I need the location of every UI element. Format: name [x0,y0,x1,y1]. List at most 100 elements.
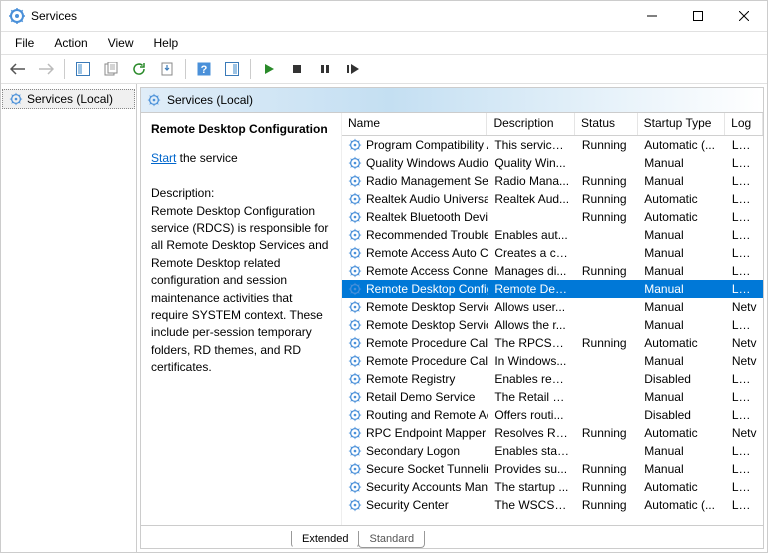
service-description: Quality Win... [488,156,576,170]
forward-button[interactable] [33,56,59,82]
pause-service-button[interactable] [312,56,338,82]
service-description: Resolves RP... [488,426,576,440]
service-startup: Manual [638,444,726,458]
gear-icon [348,228,362,242]
menu-file[interactable]: File [5,34,44,52]
service-row[interactable]: Security CenterThe WSCSV...RunningAutoma… [342,496,763,514]
service-row[interactable]: Secondary LogonEnables star...ManualLoca [342,442,763,460]
service-name: Remote Access Connection... [366,264,488,278]
gear-icon [348,372,362,386]
help-button[interactable]: ? [191,56,217,82]
col-name[interactable]: Name [342,113,487,135]
service-startup: Automatic [638,480,726,494]
minimize-button[interactable] [629,1,675,31]
export-button[interactable] [154,56,180,82]
service-name-cell: Secure Socket Tunneling Pr... [342,462,488,476]
restart-service-button[interactable] [340,56,366,82]
service-description: This service ... [488,138,576,152]
service-row[interactable]: Remote Desktop Configurat...Remote Des..… [342,280,763,298]
navigation-pane: Services (Local) [1,84,137,552]
service-row[interactable]: Remote Procedure Call (RP...In Windows..… [342,352,763,370]
service-logon: Netv [726,336,763,350]
content-header: Services (Local) [141,88,763,113]
service-row[interactable]: Remote Procedure Call (RPC)The RPCSS s..… [342,334,763,352]
show-hide-tree-button[interactable] [70,56,96,82]
service-startup: Disabled [638,408,726,422]
tab-standard[interactable]: Standard [358,531,425,548]
service-row[interactable]: Remote Desktop Services U...Allows the r… [342,316,763,334]
service-name-cell: Routing and Remote Access [342,408,488,422]
service-name: Security Accounts Manager [366,480,488,494]
service-name-cell: Remote Procedure Call (RP... [342,354,488,368]
content-body: Remote Desktop Configuration Start the s… [141,113,763,525]
service-startup: Manual [638,354,726,368]
service-startup: Automatic [638,210,726,224]
nav-services-local[interactable]: Services (Local) [2,89,135,109]
list-body[interactable]: Program Compatibility Assi...This servic… [342,136,763,525]
refresh-button[interactable] [126,56,152,82]
service-logon: Loca [726,174,763,188]
service-status: Running [576,264,638,278]
service-name-cell: Remote Access Connection... [342,264,488,278]
menu-view[interactable]: View [98,34,144,52]
service-description: Remote Des... [488,282,576,296]
service-row[interactable]: Quality Windows Audio Vid...Quality Win.… [342,154,763,172]
service-row[interactable]: Remote Access Connection...Manages di...… [342,262,763,280]
col-logon[interactable]: Log [725,113,763,135]
service-status: Running [576,192,638,206]
service-logon: Loca [726,390,763,404]
service-startup: Manual [638,318,726,332]
service-row[interactable]: Secure Socket Tunneling Pr...Provides su… [342,460,763,478]
gear-icon [348,480,362,494]
service-name-cell: Remote Access Auto Conne... [342,246,488,260]
services-app-icon [9,8,25,24]
back-button[interactable] [5,56,31,82]
service-row[interactable]: Realtek Audio Universal Ser...Realtek Au… [342,190,763,208]
service-row[interactable]: Remote Desktop ServicesAllows user...Man… [342,298,763,316]
stop-service-button[interactable] [284,56,310,82]
menu-help[interactable]: Help [144,34,189,52]
svg-text:?: ? [201,64,208,76]
service-row[interactable]: Security Accounts ManagerThe startup ...… [342,478,763,496]
close-button[interactable] [721,1,767,31]
service-name: Radio Management Service [366,174,488,188]
col-startup[interactable]: Startup Type [638,113,726,135]
service-row[interactable]: Program Compatibility Assi...This servic… [342,136,763,154]
service-description: The WSCSV... [488,498,576,512]
service-logon: Loca [726,246,763,260]
service-name: Realtek Audio Universal Ser... [366,192,488,206]
service-row[interactable]: RPC Endpoint MapperResolves RP...Running… [342,424,763,442]
service-row[interactable]: Realtek Bluetooth Device M...RunningAuto… [342,208,763,226]
service-row[interactable]: Recommended Troublesho...Enables aut...M… [342,226,763,244]
service-row[interactable]: Radio Management ServiceRadio Mana...Run… [342,172,763,190]
service-name-cell: Recommended Troublesho... [342,228,488,242]
service-description: Radio Mana... [488,174,576,188]
col-description[interactable]: Description [487,113,575,135]
show-hide-action-pane-button[interactable] [219,56,245,82]
service-startup: Manual [638,390,726,404]
gear-icon [348,498,362,512]
start-link[interactable]: Start [151,151,176,165]
service-name: Remote Procedure Call (RPC) [366,336,488,350]
menubar: File Action View Help [1,32,767,54]
properties-button[interactable] [98,56,124,82]
col-status[interactable]: Status [575,113,638,135]
maximize-button[interactable] [675,1,721,31]
service-row[interactable]: Routing and Remote AccessOffers routi...… [342,406,763,424]
tab-extended[interactable]: Extended [291,531,359,548]
service-status: Running [576,174,638,188]
service-name-cell: Retail Demo Service [342,390,488,404]
service-logon: Loca [726,498,763,512]
service-status: Running [576,210,638,224]
service-name-cell: Quality Windows Audio Vid... [342,156,488,170]
service-row[interactable]: Remote Access Auto Conne...Creates a co.… [342,244,763,262]
service-logon: Loca [726,156,763,170]
service-row[interactable]: Retail Demo ServiceThe Retail D...Manual… [342,388,763,406]
service-row[interactable]: Remote RegistryEnables rem...DisabledLoc… [342,370,763,388]
service-description: Provides su... [488,462,576,476]
menu-action[interactable]: Action [44,34,97,52]
service-name-cell: Remote Desktop Services [342,300,488,314]
gear-icon [348,390,362,404]
gear-icon [348,408,362,422]
start-service-button[interactable] [256,56,282,82]
